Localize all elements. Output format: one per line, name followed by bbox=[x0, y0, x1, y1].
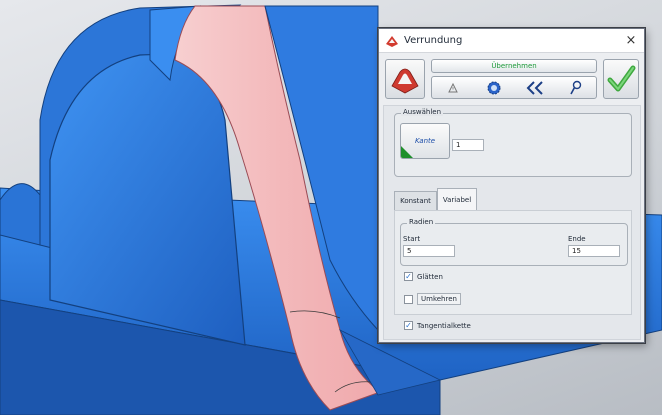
magnifier-icon[interactable] bbox=[563, 78, 589, 98]
select-group-label: Auswählen bbox=[401, 108, 444, 116]
selection-count: 1 bbox=[452, 139, 484, 151]
end-radius-input[interactable]: 15 bbox=[568, 245, 620, 257]
dialog-titlebar[interactable]: Verrundung × bbox=[379, 29, 644, 53]
apply-button[interactable]: Übernehmen bbox=[431, 59, 597, 73]
start-label: Start bbox=[403, 235, 421, 243]
tangent-chain-checkbox[interactable]: ✓ bbox=[404, 321, 413, 330]
fillet-tool-icon bbox=[391, 68, 419, 94]
dialog-title: Verrundung bbox=[404, 35, 463, 46]
double-chevron-left-icon[interactable] bbox=[522, 78, 548, 98]
start-radius-input[interactable]: 5 bbox=[403, 245, 455, 257]
toolbar-icon-row bbox=[431, 76, 597, 99]
edge-select-label: Kante bbox=[414, 137, 436, 145]
dialog-toolbar: Übernehmen bbox=[385, 59, 639, 101]
fillet-app-icon bbox=[386, 35, 398, 47]
tangent-chain-label: Tangentialkette bbox=[417, 321, 471, 330]
warning-icon[interactable] bbox=[440, 78, 466, 98]
smooth-checkbox-row[interactable]: ✓ Glätten bbox=[404, 272, 443, 281]
toolbar-center: Übernehmen bbox=[431, 59, 597, 99]
checkmark-icon bbox=[607, 65, 636, 92]
reverse-label: Umkehren bbox=[417, 293, 461, 305]
radii-group-label: Radien bbox=[407, 218, 436, 226]
tangent-chain-checkbox-row[interactable]: ✓ Tangentialkette bbox=[404, 321, 471, 330]
tab-konstant[interactable]: Konstant bbox=[394, 191, 437, 210]
ok-button[interactable] bbox=[603, 59, 639, 99]
smooth-checkbox[interactable]: ✓ bbox=[404, 272, 413, 281]
close-button[interactable]: × bbox=[624, 33, 638, 48]
fillet-tool-button[interactable] bbox=[385, 59, 425, 99]
reverse-checkbox[interactable] bbox=[404, 294, 413, 304]
gear-icon[interactable] bbox=[481, 78, 507, 98]
end-label: Ende bbox=[568, 235, 586, 243]
tab-variabel[interactable]: Variabel bbox=[437, 188, 477, 210]
reverse-checkbox-row[interactable]: Umkehren bbox=[404, 293, 461, 305]
smooth-label: Glätten bbox=[417, 272, 443, 281]
select-indicator-icon bbox=[401, 146, 413, 158]
edge-select-button[interactable]: Kante bbox=[400, 123, 450, 159]
